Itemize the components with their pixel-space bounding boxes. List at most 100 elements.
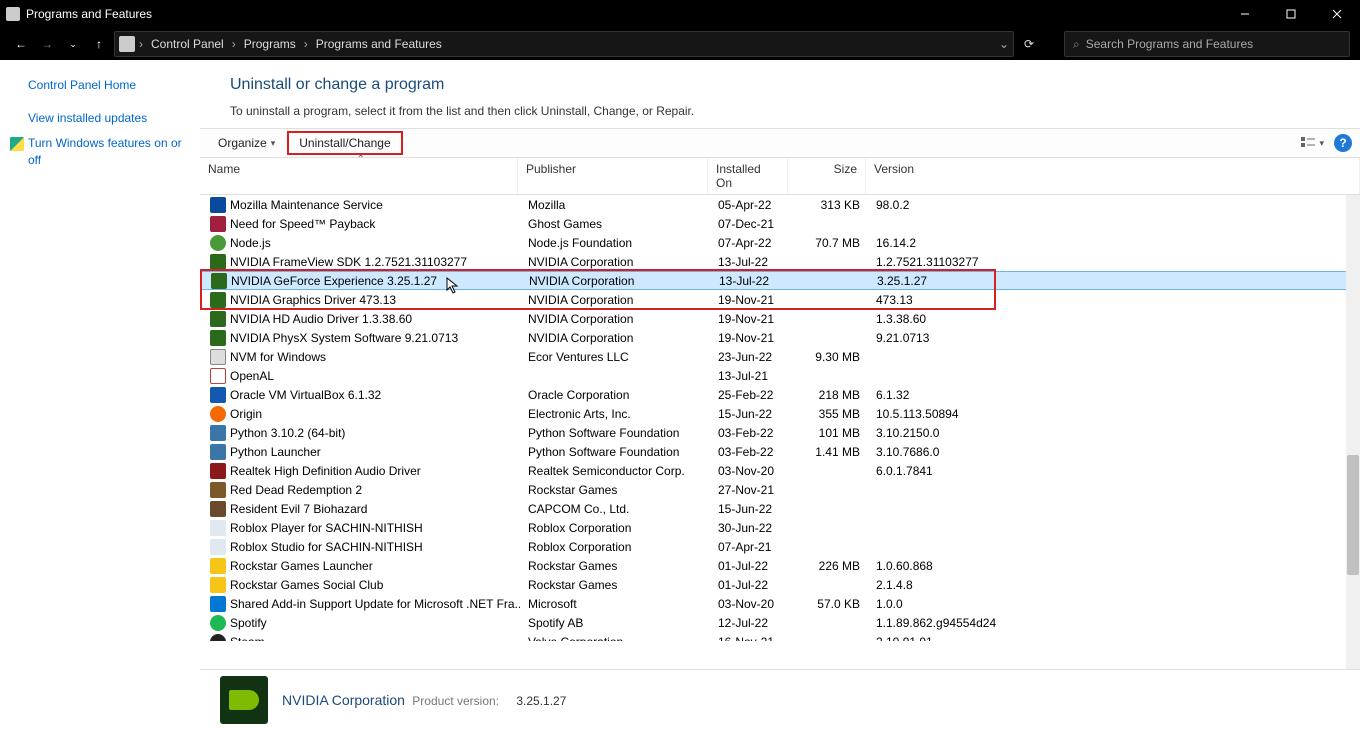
control-panel-home-link[interactable]: Control Panel Home [28, 78, 190, 92]
page-subtitle: To uninstall a program, select it from t… [230, 104, 1330, 118]
col-name-header[interactable]: Name [200, 158, 518, 194]
minimize-button[interactable] [1222, 0, 1268, 28]
back-button[interactable]: ← [10, 33, 32, 55]
program-installed: 01-Jul-22 [710, 578, 790, 592]
col-version-header[interactable]: Version [866, 158, 1360, 194]
table-row[interactable]: Realtek High Definition Audio DriverReal… [200, 461, 1360, 480]
program-publisher: NVIDIA Corporation [520, 255, 710, 269]
table-row[interactable]: SpotifySpotify AB12-Jul-221.1.89.862.g94… [200, 613, 1360, 632]
scrollbar[interactable] [1346, 195, 1360, 669]
program-publisher: Mozilla [520, 198, 710, 212]
program-size: 1.41 MB [790, 445, 868, 459]
program-installed: 13-Jul-22 [711, 274, 791, 288]
search-box[interactable]: ⌕ [1064, 31, 1350, 57]
uninstall-change-button[interactable]: Uninstall/Change [287, 131, 402, 155]
windows-features-link[interactable]: Turn Windows features on or off [28, 135, 190, 169]
table-row[interactable]: Node.jsNode.js Foundation07-Apr-2270.7 M… [200, 233, 1360, 252]
table-row[interactable]: NVIDIA HD Audio Driver 1.3.38.60NVIDIA C… [200, 309, 1360, 328]
table-row[interactable]: NVIDIA GeForce Experience 3.25.1.27NVIDI… [200, 271, 1360, 290]
close-button[interactable] [1314, 0, 1360, 28]
breadcrumb[interactable]: › Control Panel › Programs › Programs an… [114, 31, 1014, 57]
program-list[interactable]: Mozilla Maintenance ServiceMozilla05-Apr… [200, 195, 1360, 641]
program-name: Roblox Player for SACHIN-NITHISH [230, 521, 423, 535]
program-installed: 13-Jul-21 [710, 369, 790, 383]
maximize-button[interactable] [1268, 0, 1314, 28]
crumb-0[interactable]: Control Panel [147, 37, 228, 51]
table-row[interactable]: Oracle VM VirtualBox 6.1.32Oracle Corpor… [200, 385, 1360, 404]
table-row[interactable]: NVM for WindowsEcor Ventures LLC23-Jun-2… [200, 347, 1360, 366]
up-button[interactable]: ↑ [88, 33, 110, 55]
program-size: 101 MB [790, 426, 868, 440]
program-icon [210, 387, 226, 403]
table-row[interactable]: OpenAL13-Jul-21 [200, 366, 1360, 385]
program-name: NVIDIA HD Audio Driver 1.3.38.60 [230, 312, 412, 326]
toolbar: Organize Uninstall/Change ▾ ? [200, 128, 1360, 158]
scrollbar-thumb[interactable] [1347, 455, 1359, 575]
program-name: NVIDIA PhysX System Software 9.21.0713 [230, 331, 458, 345]
table-row[interactable]: Rockstar Games Social ClubRockstar Games… [200, 575, 1360, 594]
program-name: NVIDIA Graphics Driver 473.13 [230, 293, 396, 307]
chevron-down-icon[interactable]: ⌄ [999, 37, 1009, 51]
table-row[interactable]: Red Dead Redemption 2Rockstar Games27-No… [200, 480, 1360, 499]
program-publisher: Node.js Foundation [520, 236, 710, 250]
table-row[interactable]: Need for Speed™ PaybackGhost Games07-Dec… [200, 214, 1360, 233]
table-row[interactable]: Python LauncherPython Software Foundatio… [200, 442, 1360, 461]
table-row[interactable]: NVIDIA Graphics Driver 473.13NVIDIA Corp… [200, 290, 1360, 309]
program-publisher: NVIDIA Corporation [520, 331, 710, 345]
col-installed-header[interactable]: Installed On [708, 158, 788, 194]
refresh-button[interactable]: ⟳ [1016, 37, 1042, 51]
program-version: 16.14.2 [868, 236, 1360, 250]
program-installed: 19-Nov-21 [710, 293, 790, 307]
program-version: 3.10.2150.0 [868, 426, 1360, 440]
table-row[interactable]: Resident Evil 7 BiohazardCAPCOM Co., Ltd… [200, 499, 1360, 518]
program-icon [210, 539, 226, 555]
program-name: Origin [230, 407, 262, 421]
program-version: 1.2.7521.31103277 [868, 255, 1360, 269]
crumb-2[interactable]: Programs and Features [312, 37, 446, 51]
sidebar: Control Panel Home View installed update… [0, 60, 200, 729]
table-row[interactable]: Roblox Player for SACHIN-NITHISHRoblox C… [200, 518, 1360, 537]
program-publisher: Python Software Foundation [520, 426, 710, 440]
program-version: 1.0.60.868 [868, 559, 1360, 573]
view-installed-updates-link[interactable]: View installed updates [28, 110, 190, 127]
program-icon [210, 463, 226, 479]
page-title: Uninstall or change a program [230, 76, 1330, 94]
program-version: 3.25.1.27 [869, 274, 1359, 288]
search-input[interactable] [1086, 37, 1341, 51]
table-row[interactable]: NVIDIA PhysX System Software 9.21.0713 NV… [200, 328, 1360, 347]
program-name: Rockstar Games Social Club [230, 578, 383, 592]
program-name: Spotify [230, 616, 267, 630]
table-row[interactable]: Rockstar Games LauncherRockstar Games01-… [200, 556, 1360, 575]
program-version: 2.10.91.91 [868, 635, 1360, 642]
title-bar: Programs and Features [0, 0, 1360, 28]
program-installed: 07-Apr-21 [710, 540, 790, 554]
table-row[interactable]: SteamValve Corporation16-Nov-212.10.91.9… [200, 632, 1360, 641]
table-row[interactable]: Python 3.10.2 (64-bit) Python Software Fo… [200, 423, 1360, 442]
program-publisher: Rockstar Games [520, 483, 710, 497]
col-publisher-header[interactable]: Publisher [518, 158, 708, 194]
program-name: Roblox Studio for SACHIN-NITHISH [230, 540, 423, 554]
forward-button[interactable]: → [36, 33, 58, 55]
table-row[interactable]: NVIDIA FrameView SDK 1.2.7521.31103277NV… [200, 252, 1360, 271]
table-row[interactable]: Roblox Studio for SACHIN-NITHISHRoblox C… [200, 537, 1360, 556]
help-button[interactable]: ? [1334, 134, 1352, 152]
table-row[interactable]: OriginElectronic Arts, Inc.15-Jun-22355 … [200, 404, 1360, 423]
program-installed: 19-Nov-21 [710, 331, 790, 345]
program-icon [210, 330, 226, 346]
organize-button[interactable]: Organize [208, 133, 285, 153]
table-row[interactable]: Mozilla Maintenance ServiceMozilla05-Apr… [200, 195, 1360, 214]
search-icon: ⌕ [1073, 37, 1080, 52]
crumb-1[interactable]: Programs [240, 37, 300, 51]
organize-label: Organize [218, 136, 267, 150]
window-title: Programs and Features [26, 7, 152, 21]
program-name: Python 3.10.2 (64-bit) [230, 426, 345, 440]
table-row[interactable]: Shared Add-in Support Update for Microso… [200, 594, 1360, 613]
details-pane: NVIDIA Corporation Product version: 3.25… [200, 669, 1360, 729]
program-installed: 12-Jul-22 [710, 616, 790, 630]
col-size-header[interactable]: Size [788, 158, 866, 194]
program-publisher: Rockstar Games [520, 559, 710, 573]
program-name: Oracle VM VirtualBox 6.1.32 [230, 388, 381, 402]
details-version-value: 3.25.1.27 [516, 694, 566, 708]
view-options-button[interactable]: ▾ [1301, 137, 1324, 149]
recent-button[interactable]: ⌄ [62, 33, 84, 55]
